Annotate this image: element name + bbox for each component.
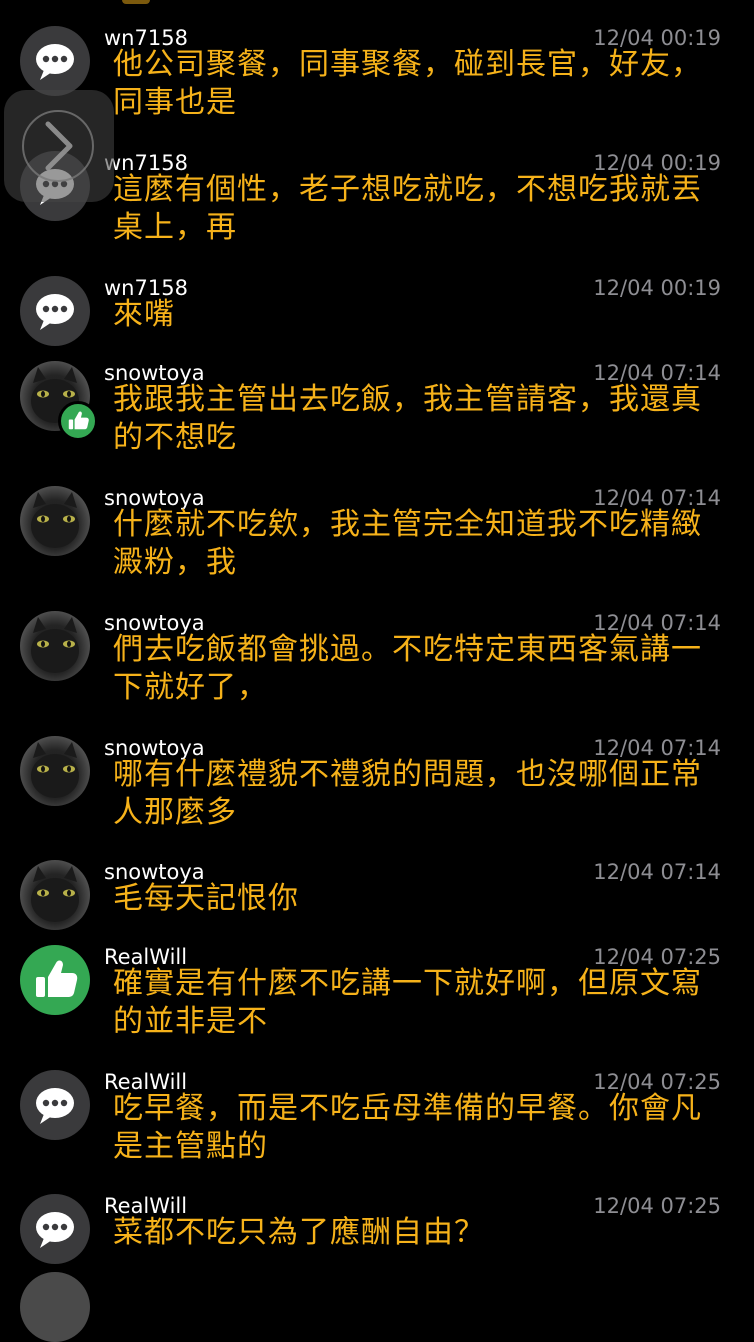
comment-text: 確實是有什麼不吃講一下就好啊，但原文寫的並非是不 (113, 966, 702, 1039)
chat-bubble-icon (20, 276, 90, 346)
comment-text: 來嘴 (113, 297, 175, 332)
comment-feed: wn7158 12/04 00:19 他公司聚餐，同事聚餐，碰到長官，好友，同事也是… (0, 0, 754, 1280)
comment-text: 他公司聚餐，同事聚餐，碰到長官，好友，同事也是 (113, 47, 702, 120)
chat-bubble-icon (20, 1070, 90, 1140)
comment-text: 這麼有個性，老子想吃就吃，不想吃我就丟桌上，再 (113, 172, 702, 245)
comment-text: 我跟我主管出去吃飯，我主管請客，我還真的不想吃 (113, 382, 702, 455)
avatar (20, 486, 90, 556)
avatar (20, 860, 90, 930)
comment-text: 菜都不吃只為了應酬自由？ (113, 1215, 485, 1250)
chevron-right-icon (45, 121, 73, 171)
comment-text: 們去吃飯都會挑過。不吃特定東西客氣講一下就好了， (113, 632, 702, 705)
comment-text: 什麼就不吃欸，我主管完全知道我不吃精緻澱粉，我 (113, 507, 702, 580)
comment-text: 吃早餐，而是不吃岳母準備的早餐。你會凡是主管點的 (113, 1091, 702, 1164)
avatar (20, 736, 90, 806)
chat-bubble-icon (20, 26, 90, 96)
thumbs-up-icon (20, 945, 90, 1015)
comment-text: 哪有什麼禮貌不禮貌的問題，也沒哪個正常人那麼多 (113, 757, 702, 830)
previous-comment-fragment (122, 0, 150, 4)
next-comment-avatar-fragment (20, 1272, 90, 1342)
avatar (20, 611, 90, 681)
comment-text: 毛每天記恨你 (113, 881, 299, 916)
thumbs-up-icon (58, 401, 98, 441)
chat-bubble-icon (20, 1194, 90, 1264)
expand-panel-button[interactable] (4, 90, 114, 202)
